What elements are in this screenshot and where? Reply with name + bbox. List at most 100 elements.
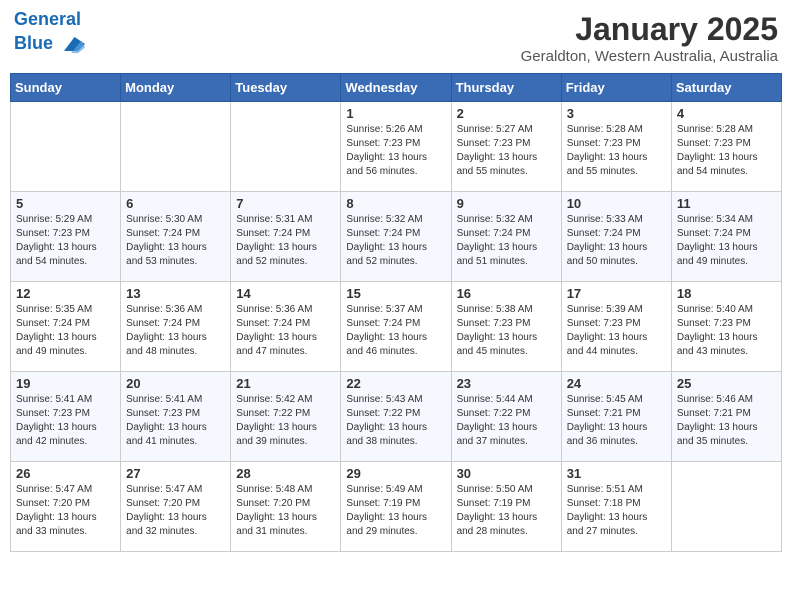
calendar-cell: 8 Sunrise: 5:32 AM Sunset: 7:24 PM Daylig… <box>341 192 451 282</box>
day-info: Sunrise: 5:44 AM Sunset: 7:22 PM Dayligh… <box>457 393 556 449</box>
day-info: Sunrise: 5:26 AM Sunset: 7:23 PM Dayligh… <box>346 123 445 179</box>
day-info: Sunrise: 5:35 AM Sunset: 7:24 PM Dayligh… <box>16 303 115 359</box>
calendar-cell: 14Sunrise: 5:36 AM Sunset: 7:24 PM Dayli… <box>231 282 341 372</box>
day-number: 6 <box>126 196 225 211</box>
title-area: January 2025 Geraldton, Western Australi… <box>521 10 778 65</box>
day-number: 2 <box>457 106 556 121</box>
calendar-cell: 5 Sunrise: 5:29 AM Sunset: 7:23 PM Daylig… <box>11 192 121 282</box>
weekday-header: Sunday <box>11 74 121 102</box>
day-number: 21 <box>236 376 335 391</box>
calendar-cell: 28 Sunrise: 5:48 AM Sunset: 7:20 PM Dayli… <box>231 462 341 552</box>
calendar-cell: 2 Sunrise: 5:27 AM Sunset: 7:23 PM Daylig… <box>451 102 561 192</box>
calendar-cell: 1 Sunrise: 5:26 AM Sunset: 7:23 PM Daylig… <box>341 102 451 192</box>
calendar-cell: 19 Sunrise: 5:41 AM Sunset: 7:23 PM Dayli… <box>11 372 121 462</box>
day-number: 8 <box>346 196 445 211</box>
calendar-cell: 24 Sunrise: 5:45 AM Sunset: 7:21 PM Dayli… <box>561 372 671 462</box>
day-info: Sunrise: 5:33 AM Sunset: 7:24 PM Dayligh… <box>567 213 666 269</box>
day-number: 26 <box>16 466 115 481</box>
day-number: 4 <box>677 106 776 121</box>
day-info: Sunrise: 5:41 AM Sunset: 7:23 PM Dayligh… <box>16 393 115 449</box>
day-info: Sunrise: 5:49 AM Sunset: 7:19 PM Dayligh… <box>346 483 445 539</box>
day-number: 30 <box>457 466 556 481</box>
day-number: 29 <box>346 466 445 481</box>
calendar-cell: 18 Sunrise: 5:40 AM Sunset: 7:23 PM Dayli… <box>671 282 781 372</box>
page-header: General Blue January 2025 Geraldton, Wes… <box>10 10 782 65</box>
day-info: Sunrise: 5:40 AM Sunset: 7:23 PM Dayligh… <box>677 303 776 359</box>
day-info: Sunrise: 5:42 AM Sunset: 7:22 PM Dayligh… <box>236 393 335 449</box>
day-number: 3 <box>567 106 666 121</box>
day-info: Sunrise: 5:27 AM Sunset: 7:23 PM Dayligh… <box>457 123 556 179</box>
day-info: Sunrise: 5:45 AM Sunset: 7:21 PM Dayligh… <box>567 393 666 449</box>
weekday-header: Friday <box>561 74 671 102</box>
calendar-cell: 21 Sunrise: 5:42 AM Sunset: 7:22 PM Dayli… <box>231 372 341 462</box>
calendar-cell: 26 Sunrise: 5:47 AM Sunset: 7:20 PM Dayli… <box>11 462 121 552</box>
day-info: Sunrise: 5:43 AM Sunset: 7:22 PM Dayligh… <box>346 393 445 449</box>
calendar-week-row: 5 Sunrise: 5:29 AM Sunset: 7:23 PM Daylig… <box>11 192 782 282</box>
day-info: Sunrise: 5:31 AM Sunset: 7:24 PM Dayligh… <box>236 213 335 269</box>
calendar-cell: 7Sunrise: 5:31 AM Sunset: 7:24 PM Daylig… <box>231 192 341 282</box>
day-info: Sunrise: 5:34 AM Sunset: 7:24 PM Dayligh… <box>677 213 776 269</box>
day-number: 28 <box>236 466 335 481</box>
day-info: Sunrise: 5:28 AM Sunset: 7:23 PM Dayligh… <box>567 123 666 179</box>
day-info: Sunrise: 5:39 AM Sunset: 7:23 PM Dayligh… <box>567 303 666 359</box>
calendar-cell: 20 Sunrise: 5:41 AM Sunset: 7:23 PM Dayli… <box>121 372 231 462</box>
day-number: 13 <box>126 286 225 301</box>
day-info: Sunrise: 5:29 AM Sunset: 7:23 PM Dayligh… <box>16 213 115 269</box>
day-number: 24 <box>567 376 666 391</box>
day-info: Sunrise: 5:47 AM Sunset: 7:20 PM Dayligh… <box>16 483 115 539</box>
calendar-cell: 4 Sunrise: 5:28 AM Sunset: 7:23 PM Daylig… <box>671 102 781 192</box>
weekday-header: Tuesday <box>231 74 341 102</box>
day-info: Sunrise: 5:46 AM Sunset: 7:21 PM Dayligh… <box>677 393 776 449</box>
weekday-header: Thursday <box>451 74 561 102</box>
logo-text2: Blue <box>14 30 85 58</box>
day-number: 5 <box>16 196 115 211</box>
day-info: Sunrise: 5:36 AM Sunset: 7:24 PM Dayligh… <box>126 303 225 359</box>
day-info: Sunrise: 5:47 AM Sunset: 7:20 PM Dayligh… <box>126 483 225 539</box>
calendar-cell: 23 Sunrise: 5:44 AM Sunset: 7:22 PM Dayli… <box>451 372 561 462</box>
day-info: Sunrise: 5:30 AM Sunset: 7:24 PM Dayligh… <box>126 213 225 269</box>
day-number: 10 <box>567 196 666 211</box>
month-title: January 2025 <box>521 10 778 48</box>
calendar-table: SundayMondayTuesdayWednesdayThursdayFrid… <box>10 73 782 552</box>
calendar-cell: 17 Sunrise: 5:39 AM Sunset: 7:23 PM Dayli… <box>561 282 671 372</box>
calendar-week-row: 1 Sunrise: 5:26 AM Sunset: 7:23 PM Daylig… <box>11 102 782 192</box>
day-info: Sunrise: 5:32 AM Sunset: 7:24 PM Dayligh… <box>457 213 556 269</box>
day-info: Sunrise: 5:41 AM Sunset: 7:23 PM Dayligh… <box>126 393 225 449</box>
day-info: Sunrise: 5:51 AM Sunset: 7:18 PM Dayligh… <box>567 483 666 539</box>
day-number: 12 <box>16 286 115 301</box>
day-number: 22 <box>346 376 445 391</box>
calendar-cell: 25Sunrise: 5:46 AM Sunset: 7:21 PM Dayli… <box>671 372 781 462</box>
calendar-cell: 10 Sunrise: 5:33 AM Sunset: 7:24 PM Dayli… <box>561 192 671 282</box>
day-number: 20 <box>126 376 225 391</box>
calendar-cell <box>121 102 231 192</box>
calendar-cell: 11 Sunrise: 5:34 AM Sunset: 7:24 PM Dayli… <box>671 192 781 282</box>
day-number: 1 <box>346 106 445 121</box>
day-number: 17 <box>567 286 666 301</box>
day-number: 19 <box>16 376 115 391</box>
day-info: Sunrise: 5:48 AM Sunset: 7:20 PM Dayligh… <box>236 483 335 539</box>
calendar-cell: 9Sunrise: 5:32 AM Sunset: 7:24 PM Daylig… <box>451 192 561 282</box>
logo: General Blue <box>14 10 85 58</box>
calendar-cell: 31 Sunrise: 5:51 AM Sunset: 7:18 PM Dayli… <box>561 462 671 552</box>
calendar-week-row: 26 Sunrise: 5:47 AM Sunset: 7:20 PM Dayli… <box>11 462 782 552</box>
calendar-cell <box>231 102 341 192</box>
day-info: Sunrise: 5:37 AM Sunset: 7:24 PM Dayligh… <box>346 303 445 359</box>
calendar-cell: 16 Sunrise: 5:38 AM Sunset: 7:23 PM Dayli… <box>451 282 561 372</box>
day-info: Sunrise: 5:28 AM Sunset: 7:23 PM Dayligh… <box>677 123 776 179</box>
day-number: 11 <box>677 196 776 211</box>
day-number: 15 <box>346 286 445 301</box>
calendar-cell <box>671 462 781 552</box>
day-info: Sunrise: 5:38 AM Sunset: 7:23 PM Dayligh… <box>457 303 556 359</box>
day-info: Sunrise: 5:32 AM Sunset: 7:24 PM Dayligh… <box>346 213 445 269</box>
calendar-cell: 3 Sunrise: 5:28 AM Sunset: 7:23 PM Daylig… <box>561 102 671 192</box>
location-title: Geraldton, Western Australia, Australia <box>521 48 778 65</box>
weekday-header: Saturday <box>671 74 781 102</box>
calendar-cell: 27Sunrise: 5:47 AM Sunset: 7:20 PM Dayli… <box>121 462 231 552</box>
day-number: 16 <box>457 286 556 301</box>
day-number: 31 <box>567 466 666 481</box>
day-number: 18 <box>677 286 776 301</box>
day-info: Sunrise: 5:36 AM Sunset: 7:24 PM Dayligh… <box>236 303 335 359</box>
calendar-cell <box>11 102 121 192</box>
calendar-week-row: 19 Sunrise: 5:41 AM Sunset: 7:23 PM Dayli… <box>11 372 782 462</box>
day-number: 23 <box>457 376 556 391</box>
